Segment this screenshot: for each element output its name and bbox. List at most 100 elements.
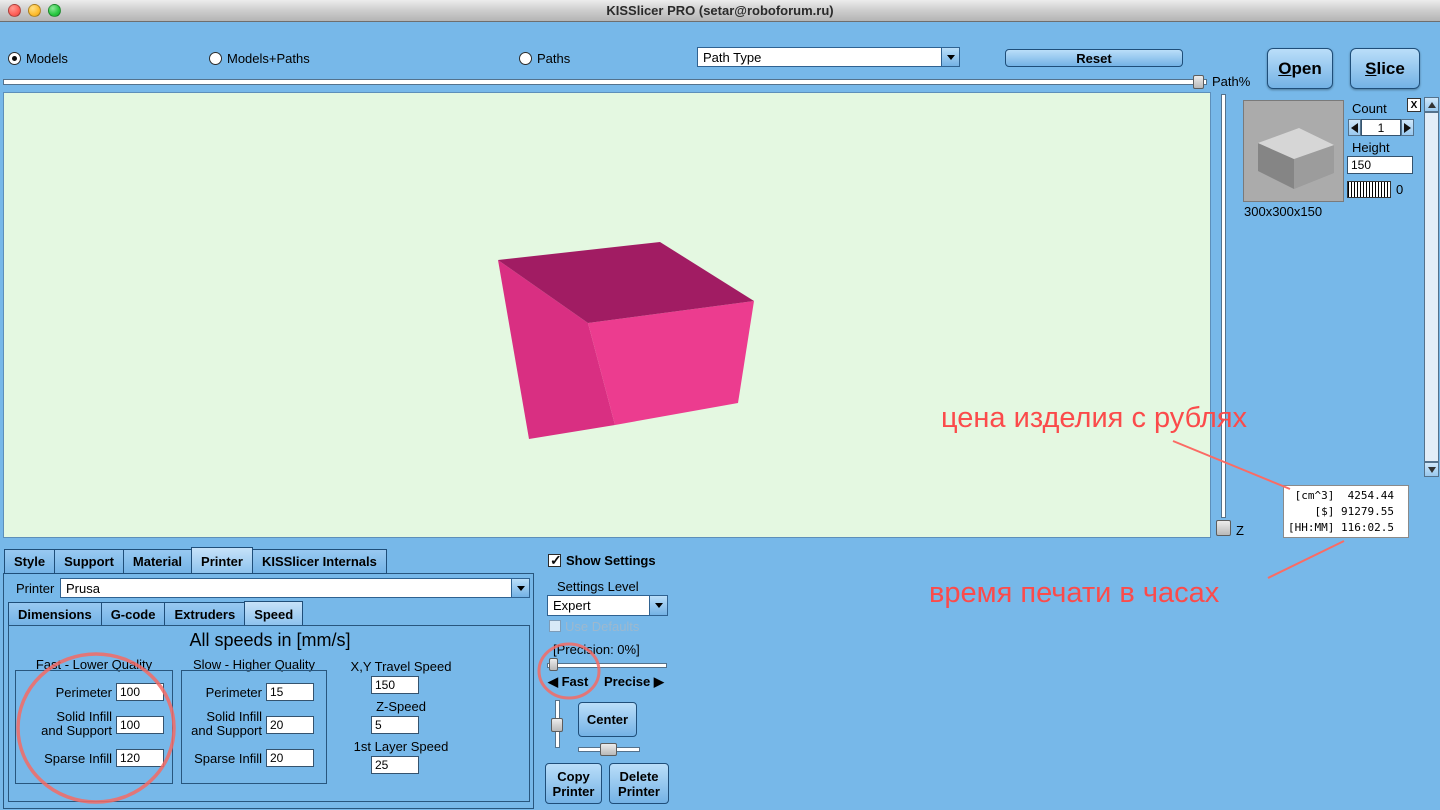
z-slider-label: Z — [1236, 523, 1244, 538]
fast-perimeter-input[interactable] — [116, 683, 164, 701]
subtab-speed[interactable]: Speed — [244, 601, 303, 626]
slow-perimeter-input[interactable] — [266, 683, 314, 701]
open-button[interactable]: Open — [1267, 48, 1333, 89]
model-viewport[interactable] — [3, 92, 1211, 538]
precision-label: [Precision: 0%] — [553, 642, 640, 657]
slow-group-box: Perimeter Solid Infill and Support Spars… — [181, 670, 327, 784]
extruder-count-value: 0 — [1396, 182, 1403, 197]
z-speed-input[interactable] — [371, 716, 419, 734]
stepper-right-icon — [1404, 123, 1411, 133]
precision-fast-label: ◀ Fast — [548, 674, 588, 690]
price-annotation-text: цена изделия с рублях — [941, 402, 1247, 435]
vertical-mini-slider[interactable] — [551, 700, 563, 748]
tab-style[interactable]: Style — [4, 549, 55, 574]
first-layer-speed-input[interactable] — [371, 756, 419, 774]
show-settings-checkbox[interactable] — [548, 554, 561, 567]
tab-printer[interactable]: Printer — [191, 547, 253, 574]
speed-panel-heading: All speeds in [mm/s] — [9, 630, 531, 651]
precision-precise-label: Precise ▶ — [604, 674, 664, 690]
slow-solid-infill-input[interactable] — [266, 716, 314, 734]
path-percent-slider-thumb[interactable] — [1193, 75, 1204, 89]
precision-slider-track[interactable] — [547, 663, 667, 668]
count-decrement-button[interactable] — [1348, 119, 1361, 136]
tab-kisslicer-internals-label: KISSlicer Internals — [262, 554, 377, 569]
show-settings-label: Show Settings — [566, 553, 656, 568]
count-label: Count — [1352, 101, 1387, 116]
settings-level-dropdown[interactable]: Expert — [547, 595, 668, 616]
time-annotation-line — [1268, 541, 1344, 578]
reset-button-label: Reset — [1076, 51, 1111, 66]
subtab-extruders[interactable]: Extruders — [164, 602, 245, 626]
fast-sparse-infill-input[interactable] — [116, 749, 164, 767]
radio-paths[interactable] — [519, 52, 532, 65]
subtab-extruders-label: Extruders — [174, 607, 235, 622]
model-scrollbar-up-button[interactable] — [1424, 97, 1439, 112]
tab-style-label: Style — [14, 554, 45, 569]
slow-sparse-infill-input[interactable] — [266, 749, 314, 767]
radio-paths-label: Paths — [537, 51, 570, 66]
subtab-gcode-label: G-code — [111, 607, 156, 622]
tab-material[interactable]: Material — [123, 549, 192, 574]
radio-models-paths-label: Models+Paths — [227, 51, 310, 66]
count-increment-button[interactable] — [1401, 119, 1414, 136]
travel-speed-input[interactable] — [371, 676, 419, 694]
subtab-dimensions[interactable]: Dimensions — [8, 602, 102, 626]
chevron-down-icon — [655, 603, 663, 608]
vertical-mini-slider-thumb[interactable] — [551, 718, 563, 732]
count-input[interactable] — [1361, 119, 1401, 136]
speed-panel: All speeds in [mm/s] Fast - Lower Qualit… — [8, 625, 530, 802]
horizontal-mini-slider[interactable] — [578, 743, 640, 756]
radio-models[interactable] — [8, 52, 21, 65]
model-3d-box — [4, 93, 1210, 537]
path-type-dropdown-button[interactable] — [941, 48, 959, 66]
path-percent-slider[interactable] — [3, 74, 1208, 90]
settings-level-dropdown-button[interactable] — [649, 596, 667, 615]
horizontal-mini-slider-thumb[interactable] — [600, 743, 617, 756]
copy-printer-button-label: Copy Printer — [553, 769, 595, 799]
travel-speed-label: X,Y Travel Speed — [341, 659, 461, 674]
center-button[interactable]: Center — [578, 702, 637, 737]
use-defaults-checkbox[interactable] — [549, 620, 561, 632]
window-titlebar: KISSlicer PRO (setar@roboforum.ru) — [0, 0, 1440, 22]
model-scrollbar-track[interactable] — [1424, 112, 1439, 462]
path-type-dropdown[interactable]: Path Type — [697, 47, 960, 67]
height-label: Height — [1352, 140, 1390, 155]
path-percent-label: Path% — [1212, 74, 1250, 89]
printer-subtabs: Dimensions G-code Extruders Speed — [8, 601, 303, 626]
model-scrollbar-down-button[interactable] — [1424, 462, 1439, 477]
height-input[interactable] — [1347, 156, 1413, 174]
stats-volume: [cm^3] 4254.44 — [1288, 488, 1404, 504]
tab-support[interactable]: Support — [54, 549, 124, 574]
model-thumbnail[interactable] — [1243, 100, 1344, 202]
slow-sparse-infill-label: Sparse Infill — [182, 752, 262, 766]
reset-button[interactable]: Reset — [1005, 49, 1183, 67]
use-defaults-label: Use Defaults — [565, 619, 639, 634]
tab-material-label: Material — [133, 554, 182, 569]
printer-dropdown[interactable]: Prusa — [60, 578, 530, 598]
tab-kisslicer-internals[interactable]: KISSlicer Internals — [252, 549, 387, 574]
settings-level-value: Expert — [548, 596, 649, 615]
fast-sparse-infill-label: Sparse Infill — [16, 752, 112, 766]
slice-button[interactable]: Slice — [1350, 48, 1420, 89]
precision-slider-thumb[interactable] — [549, 658, 558, 671]
fast-group-box: Perimeter Solid Infill and Support Spars… — [15, 670, 173, 784]
z-slider-thumb[interactable] — [1216, 520, 1231, 536]
delete-printer-button[interactable]: Delete Printer — [609, 763, 669, 804]
first-layer-speed-label: 1st Layer Speed — [341, 739, 461, 754]
copy-printer-button[interactable]: Copy Printer — [545, 763, 602, 804]
fast-solid-infill-label: Solid Infill and Support — [16, 710, 112, 738]
slice-button-label: Slice — [1365, 59, 1405, 79]
z-speed-label: Z-Speed — [341, 699, 461, 714]
printer-dropdown-button[interactable] — [511, 579, 529, 597]
subtab-dimensions-label: Dimensions — [18, 607, 92, 622]
subtab-gcode[interactable]: G-code — [101, 602, 166, 626]
z-slider-track[interactable] — [1221, 94, 1226, 518]
precision-slider[interactable] — [547, 658, 668, 672]
chevron-down-icon — [947, 55, 955, 60]
delete-printer-button-label: Delete Printer — [618, 769, 660, 799]
model-close-button[interactable]: X — [1407, 98, 1421, 112]
fast-solid-infill-input[interactable] — [116, 716, 164, 734]
radio-models-paths[interactable] — [209, 52, 222, 65]
tab-support-label: Support — [64, 554, 114, 569]
path-percent-slider-track[interactable] — [3, 79, 1207, 85]
